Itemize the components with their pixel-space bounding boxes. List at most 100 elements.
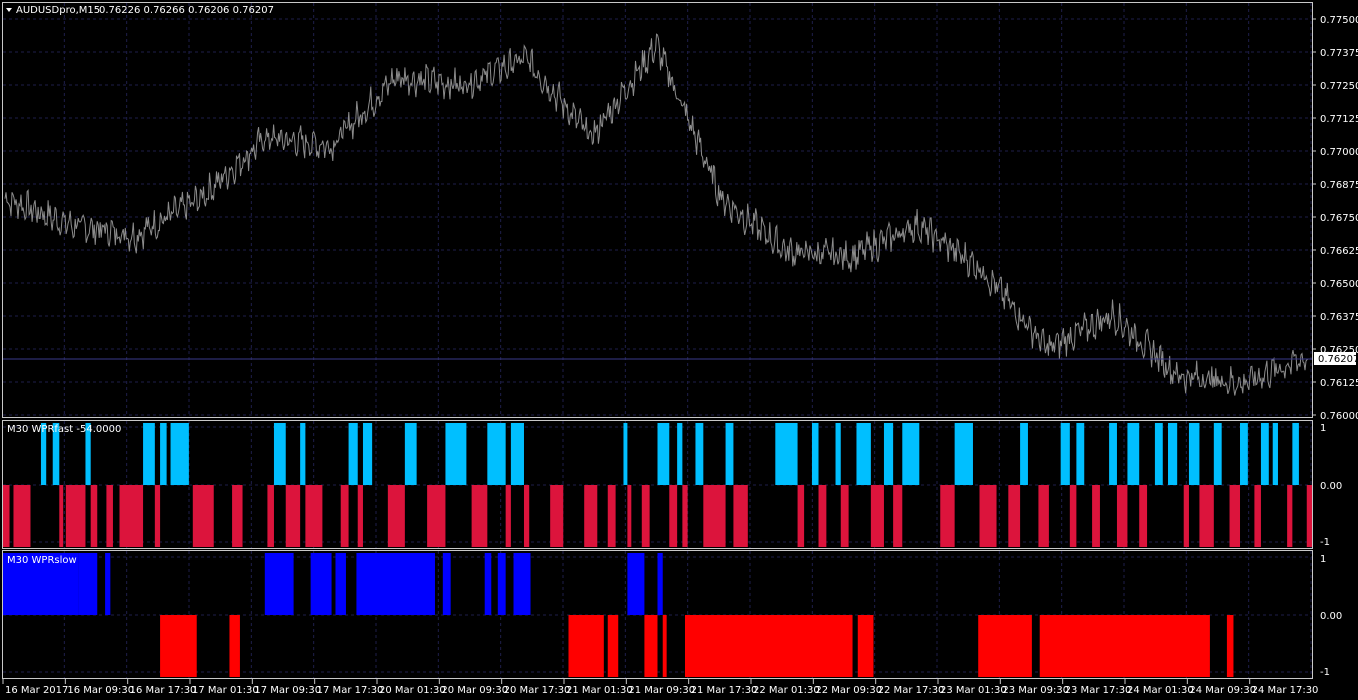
price-tick-label: 0.76875 <box>1320 180 1358 191</box>
wpr-slow-title: M30 WPRslow <box>7 555 77 566</box>
time-tick-label: 22 Mar 17:30 <box>878 685 945 696</box>
indicator-bar-down <box>733 485 748 547</box>
indicator-bar-up <box>954 423 973 485</box>
indicator-bar-down <box>357 485 363 547</box>
indicator-bar-down <box>1092 485 1100 547</box>
indicator-bar-down <box>65 485 86 547</box>
indicator-bar-down <box>1183 485 1189 547</box>
indicator-bar-up <box>442 553 451 615</box>
indicator-bar-down <box>644 615 658 677</box>
time-tick-label: 16 Mar 2017 <box>5 685 68 696</box>
wpr-slow-tick-zero: 0.00 <box>1320 611 1342 622</box>
indicator-bar-up <box>1272 423 1278 485</box>
indicator-bar-up <box>1076 423 1085 485</box>
wpr-fast-title: M30 WPRfast -54.0000 <box>7 424 121 435</box>
indicator-bar-up <box>404 423 417 485</box>
indicator-bar-down <box>669 485 678 547</box>
indicator-bar-up <box>623 423 628 485</box>
indicator-bar-up <box>1060 423 1070 485</box>
indicator-bar-down <box>1306 485 1312 547</box>
time-tick-label: 21 Mar 09:30 <box>628 685 695 696</box>
indicator-bar-up <box>627 553 645 615</box>
indicator-bar-down <box>550 485 564 547</box>
price-tick-label: 0.76125 <box>1320 378 1358 389</box>
indicator-bar-up <box>657 553 663 615</box>
time-tick-label: 23 Mar 01:30 <box>940 685 1007 696</box>
time-tick-label: 17 Mar 01:30 <box>192 685 259 696</box>
time-tick-label: 20 Mar 17:30 <box>504 685 571 696</box>
indicator-bar-up <box>883 423 894 485</box>
indicator-bar-down <box>1008 485 1021 547</box>
indicator-bar-down <box>682 485 688 547</box>
indicator-bar-up <box>695 423 704 485</box>
indicator-bar-up <box>143 423 155 485</box>
indicator-bar-down <box>940 485 955 547</box>
indicator-bar-down <box>684 615 853 677</box>
time-tick-label: 20 Mar 09:30 <box>441 685 508 696</box>
indicator-bar-up <box>811 423 819 485</box>
ohlc-values: 0.76226 0.76266 0.76206 0.76207 <box>99 5 274 16</box>
time-tick-label: 23 Mar 17:30 <box>1065 685 1132 696</box>
current-price-label: 0.76207 <box>1318 354 1358 365</box>
indicator-bar-down <box>305 485 323 547</box>
indicator-bar-up <box>105 553 111 615</box>
time-tick-label: 21 Mar 17:30 <box>691 685 758 696</box>
indicator-bar-down <box>1287 485 1293 547</box>
time-tick-label: 17 Mar 09:30 <box>254 685 321 696</box>
indicator-bar-down <box>267 485 274 547</box>
indicator-bar-down <box>607 485 616 547</box>
wpr-slow-tick-bottom: -1 <box>1320 667 1330 678</box>
time-tick-label: 22 Mar 09:30 <box>815 685 882 696</box>
indicator-bar-down <box>285 485 301 547</box>
indicator-bar-up <box>445 423 467 485</box>
indicator-bar-up <box>1292 423 1299 485</box>
indicator-bar-down <box>160 615 197 677</box>
indicator-bar-down <box>106 485 113 547</box>
time-tick-label: 17 Mar 17:30 <box>317 685 384 696</box>
indicator-bar-up <box>160 423 167 485</box>
indicator-bar-down <box>568 615 604 677</box>
indicator-bar-down <box>232 485 243 547</box>
price-tick-label: 0.77250 <box>1320 81 1358 92</box>
price-tick-label: 0.76750 <box>1320 213 1358 224</box>
indicator-bar-up <box>78 553 98 615</box>
indicator-bar-down <box>59 485 64 547</box>
indicator-bar-up <box>1020 423 1028 485</box>
indicator-bar-down <box>797 485 805 547</box>
indicator-bar-up <box>856 423 871 485</box>
indicator-bar-up <box>1109 423 1117 485</box>
price-tick-label: 0.77000 <box>1320 147 1358 158</box>
indicator-bar-down <box>840 485 849 547</box>
indicator-bar-down <box>427 485 446 547</box>
price-tick-label: 0.77375 <box>1320 48 1358 59</box>
indicator-bar-up <box>835 423 841 485</box>
indicator-bar-down <box>979 485 997 547</box>
indicator-bar-down <box>192 485 214 547</box>
indicator-bar-up <box>775 423 798 485</box>
indicator-bar-down <box>662 615 667 677</box>
wpr-fast-tick-zero: 0.00 <box>1320 481 1342 492</box>
wpr-fast-tick-bottom: -1 <box>1320 537 1330 548</box>
indicator-bar-up <box>1240 423 1248 485</box>
indicator-bar-down <box>154 485 161 547</box>
indicator-bar-up <box>484 553 492 615</box>
indicator-bar-down <box>1229 485 1241 547</box>
price-tick-label: 0.77125 <box>1320 114 1358 125</box>
indicator-bar-down <box>893 485 903 547</box>
indicator-bar-up <box>264 553 294 615</box>
indicator-bar-up <box>497 553 506 615</box>
indicator-bar-down <box>857 615 874 677</box>
indicator-bar-up <box>677 423 683 485</box>
indicator-bar-down <box>90 485 98 547</box>
indicator-bar-up <box>1188 423 1200 485</box>
trading-chart[interactable]: 0.77500 0.77375 0.77250 0.77125 0.77000 0.768… <box>0 0 1358 700</box>
indicator-bar-down <box>1199 485 1214 547</box>
price-tick-label: 0.76500 <box>1320 279 1358 290</box>
indicator-bar-down <box>1116 485 1128 547</box>
indicator-bar-up <box>1127 423 1140 485</box>
indicator-bar-down <box>818 485 827 547</box>
indicator-bar-down <box>505 485 511 547</box>
time-tick-label: 23 Mar 09:30 <box>1002 685 1069 696</box>
indicator-bar-up <box>348 423 358 485</box>
chart-title[interactable]: AUDUSDpro,M15 0.76226 0.76266 0.76206 0.… <box>6 5 274 16</box>
